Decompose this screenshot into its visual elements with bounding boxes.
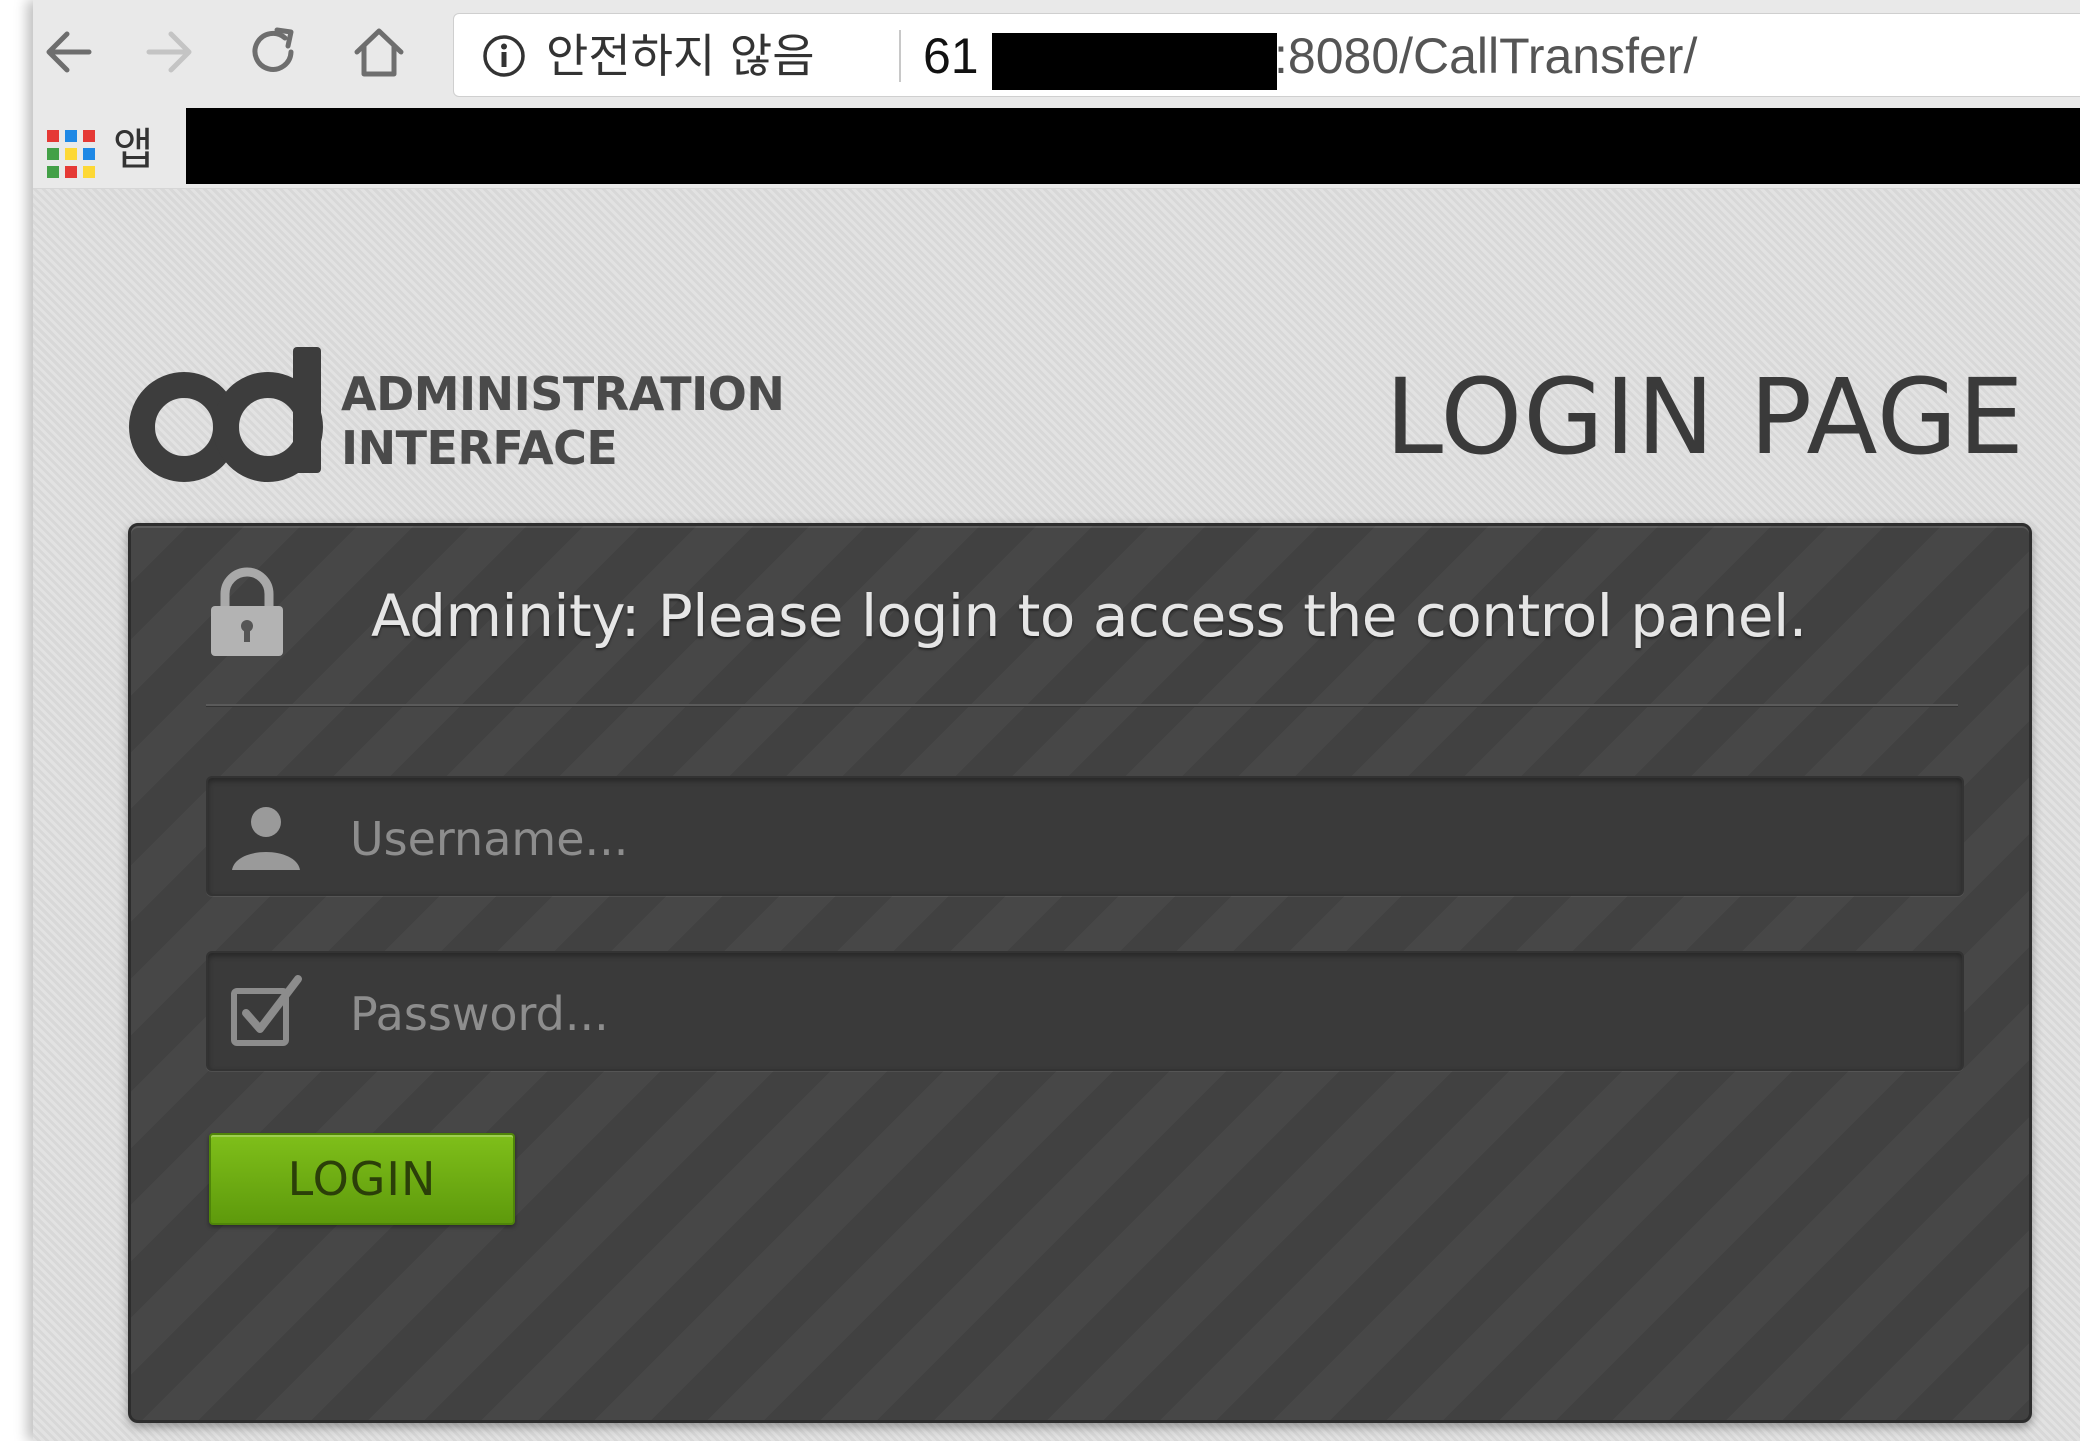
checkbox-check-icon <box>231 975 302 1046</box>
user-icon <box>232 807 300 870</box>
reload-icon <box>252 27 294 72</box>
username-field[interactable] <box>206 776 1964 896</box>
apps-shortcut-label[interactable]: 앱 <box>113 122 153 178</box>
username-input[interactable] <box>348 798 1932 880</box>
logo-line-1: ADMINISTRATION <box>341 367 785 421</box>
login-button[interactable]: LOGIN <box>209 1133 515 1225</box>
logo-text: ADMINISTRATION INTERFACE <box>341 367 785 475</box>
back-button[interactable] <box>33 16 105 88</box>
bookmarks-bar: 앱 <box>33 104 2080 189</box>
home-icon <box>354 28 404 77</box>
apps-grid-icon[interactable] <box>45 128 97 180</box>
address-bar[interactable]: 안전하지 않음 61 :8080/CallTransfer/ <box>453 13 2080 97</box>
info-icon[interactable] <box>482 34 526 78</box>
redaction-block <box>992 33 1277 90</box>
reload-button[interactable] <box>237 16 309 88</box>
arrow-right-icon <box>146 31 192 73</box>
panel-divider <box>206 704 1958 707</box>
redaction-block <box>186 108 2080 184</box>
logo-line-2: INTERFACE <box>341 421 618 475</box>
url-path[interactable]: :8080/CallTransfer/ <box>1274 28 1697 84</box>
lock-icon <box>211 567 283 656</box>
omnibox-separator <box>899 30 901 82</box>
page-content: ADMINISTRATION INTERFACE LOGIN PAGE Admi… <box>33 189 2080 1441</box>
login-panel: Adminity: Please login to access the con… <box>128 523 2032 1423</box>
password-input[interactable] <box>348 973 1932 1055</box>
url-host[interactable]: 61 <box>923 28 979 84</box>
browser-window: 안전하지 않음 61 :8080/CallTransfer/ 앱 ADMINIS… <box>33 0 2080 1441</box>
panel-heading: Adminity: Please login to access the con… <box>371 582 1807 650</box>
password-field[interactable] <box>206 951 1964 1071</box>
home-button[interactable] <box>343 16 415 88</box>
page-title: LOGIN PAGE <box>1385 356 2025 478</box>
browser-toolbar: 안전하지 않음 61 :8080/CallTransfer/ <box>33 0 2080 104</box>
security-label[interactable]: 안전하지 않음 <box>546 28 815 84</box>
arrow-left-icon <box>46 31 92 73</box>
forward-button[interactable] <box>133 16 205 88</box>
ad-logo-icon <box>129 347 323 482</box>
desktop-background <box>0 0 33 1441</box>
